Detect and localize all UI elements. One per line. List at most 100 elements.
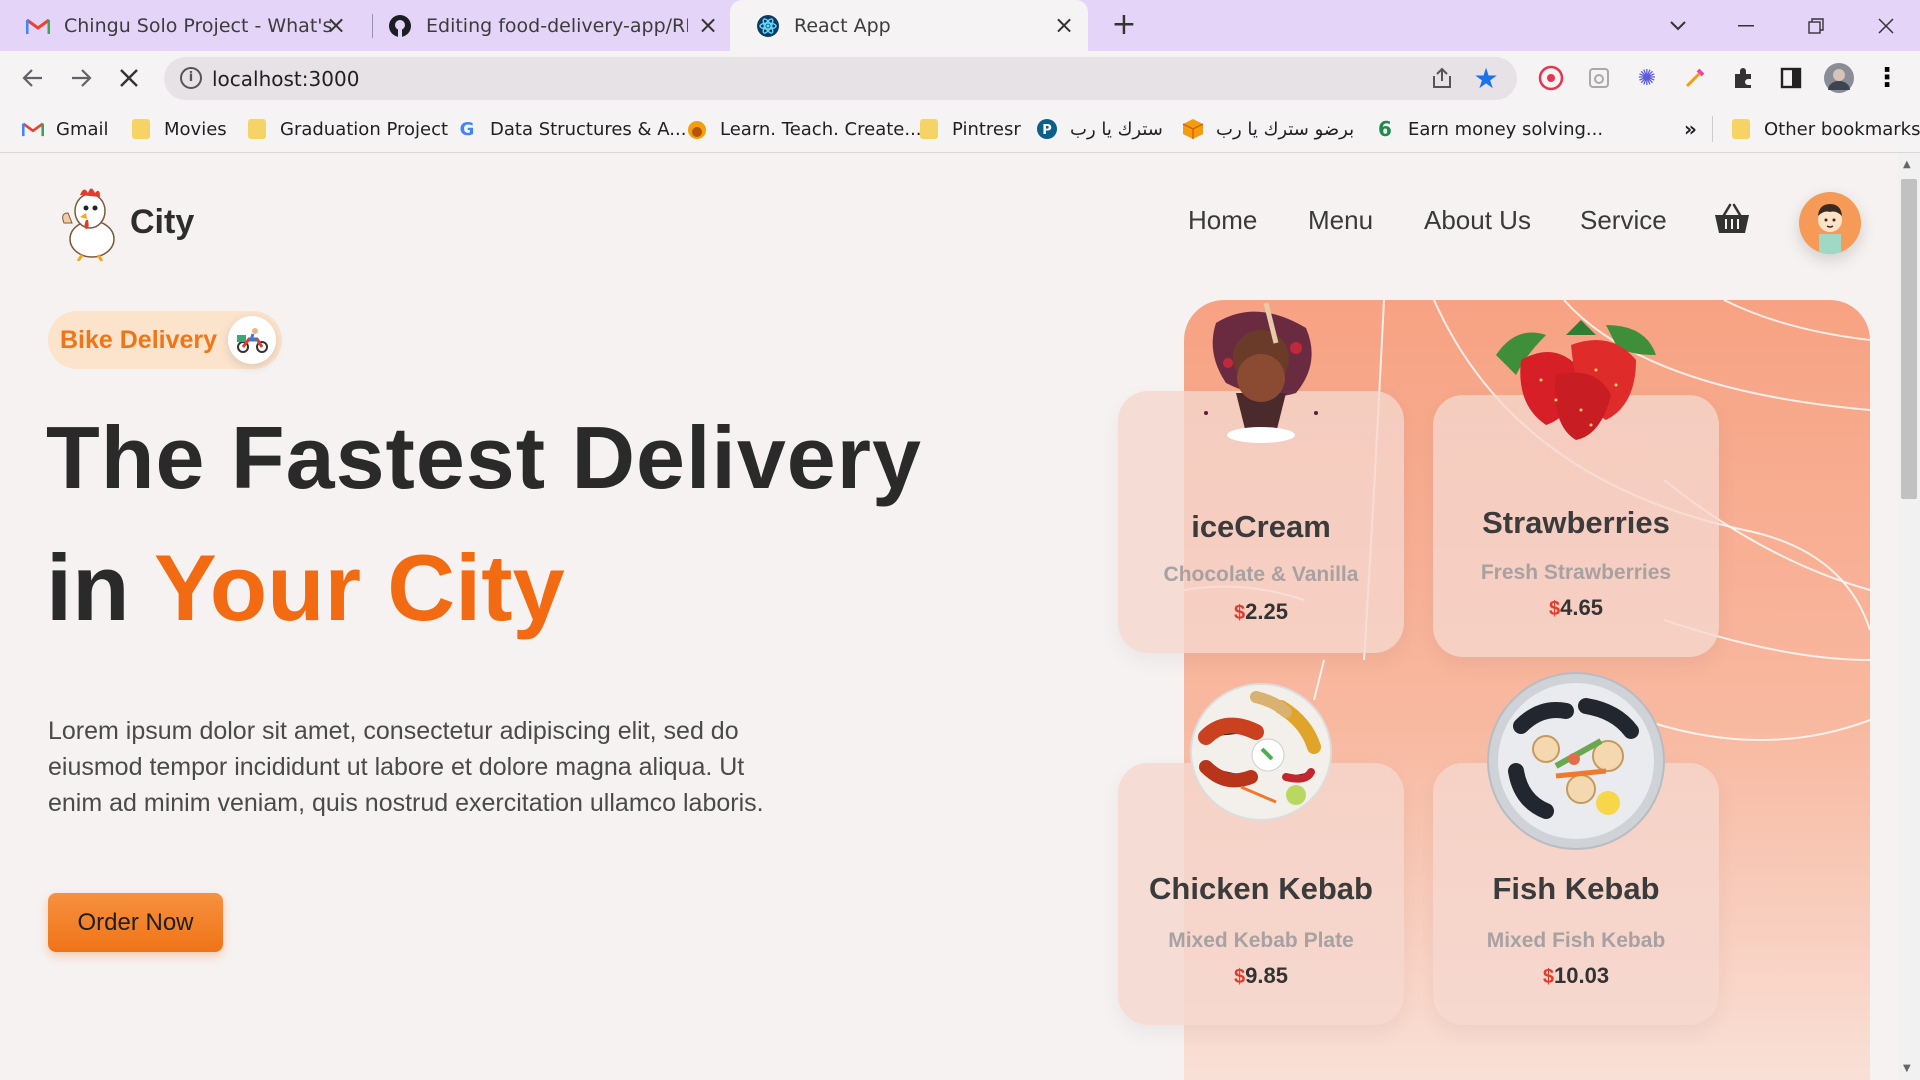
- fish-kebab-plate-icon: [1486, 671, 1666, 855]
- chicken-kebab-plate-icon: [1186, 677, 1336, 831]
- gmail-icon: [22, 118, 44, 140]
- tab-gmail[interactable]: Chingu Solo Project - What's you ×: [0, 0, 360, 51]
- tab-search-icon[interactable]: [1660, 8, 1696, 44]
- nav-menu[interactable]: Menu: [1308, 205, 1373, 236]
- folder-icon: [1730, 118, 1752, 140]
- nav-service[interactable]: Service: [1580, 205, 1667, 236]
- stop-loading-button[interactable]: [112, 61, 146, 95]
- github-icon: [388, 14, 412, 38]
- delivery-scooter-icon: [228, 316, 276, 364]
- extension-record-icon[interactable]: [1536, 63, 1566, 93]
- user-avatar[interactable]: [1799, 192, 1861, 254]
- folder-icon: [918, 118, 940, 140]
- restore-button[interactable]: [1798, 8, 1834, 44]
- strawberries-image-icon: [1486, 315, 1666, 449]
- card-title: Strawberries: [1482, 505, 1670, 540]
- back-button[interactable]: [16, 61, 50, 95]
- basket-icon[interactable]: [1714, 203, 1750, 235]
- profile-avatar[interactable]: [1822, 61, 1856, 95]
- food-card-icecream[interactable]: iceCream Chocolate & Vanilla $2.25: [1118, 302, 1404, 653]
- card-subtitle: Mixed Fish Kebab: [1486, 929, 1666, 952]
- bookmark-label: Movies: [164, 118, 227, 140]
- bookmark-box[interactable]: برضو سترك يا رب: [1182, 116, 1354, 142]
- page-viewport: City Home Menu About Us Service Bike Del…: [0, 153, 1898, 1080]
- bookmark-movies[interactable]: Movies: [130, 116, 227, 142]
- site-info-icon[interactable]: i: [180, 67, 202, 89]
- food-card-strawberries[interactable]: Strawberries Fresh Strawberries $4.65: [1433, 320, 1719, 657]
- currency-symbol: $: [1549, 598, 1561, 620]
- address-bar[interactable]: i localhost:3000 ★: [164, 57, 1517, 100]
- extension-colorpicker-icon[interactable]: [1680, 63, 1710, 93]
- tab-react-app[interactable]: React App ×: [730, 0, 1088, 51]
- scroll-up-arrow-icon[interactable]: ▲: [1903, 159, 1911, 170]
- bookmark-label: Graduation Project: [280, 118, 449, 140]
- card-price: $9.85: [1118, 963, 1404, 989]
- forward-button[interactable]: [64, 61, 98, 95]
- card-title: iceCream: [1191, 509, 1331, 544]
- card-price: $4.65: [1433, 595, 1719, 621]
- currency-symbol: $: [1234, 966, 1246, 988]
- minimize-button[interactable]: [1728, 8, 1764, 44]
- bookmark-label: Data Structures & A...: [490, 118, 687, 140]
- bookmark-label: Gmail: [56, 118, 109, 140]
- close-window-button[interactable]: [1868, 8, 1904, 44]
- bookmark-pintresr[interactable]: Pintresr: [918, 116, 1021, 142]
- gmail-icon: [26, 14, 50, 38]
- brand[interactable]: City: [58, 183, 195, 262]
- scroll-down-arrow-icon[interactable]: ▼: [1903, 1063, 1911, 1074]
- order-now-button[interactable]: Order Now: [48, 893, 223, 952]
- share-icon[interactable]: [1429, 66, 1455, 92]
- brand-name: City: [130, 202, 195, 241]
- bookmark-other-bookmarks[interactable]: Other bookmarks: [1730, 116, 1920, 142]
- extension-snowflake-icon[interactable]: ✺: [1632, 63, 1662, 93]
- hero-description: Lorem ipsum dolor sit amet, consectetur …: [48, 717, 764, 817]
- react-icon: [756, 14, 780, 38]
- extension-box-icon[interactable]: [1584, 63, 1614, 93]
- close-icon[interactable]: ×: [1052, 11, 1076, 39]
- close-icon[interactable]: ×: [324, 11, 348, 39]
- six-icon: 6: [1378, 117, 1392, 141]
- bookmark-label: Pintresr: [952, 118, 1021, 140]
- bookmark-label: سترك يا رب: [1070, 118, 1163, 140]
- bookmark-graduation-project[interactable]: Graduation Project: [246, 116, 448, 142]
- currency-symbol: $: [1542, 966, 1555, 988]
- card-subtitle: Mixed Kebab Plate: [1168, 929, 1354, 952]
- close-icon[interactable]: ×: [696, 11, 720, 39]
- tab-github[interactable]: Editing food-delivery-app/READM ×: [362, 0, 732, 51]
- card-price: $2.25: [1118, 599, 1404, 625]
- bookmark-star-icon[interactable]: ★: [1471, 62, 1501, 95]
- page-scrollbar[interactable]: ▲ ▼: [1898, 153, 1920, 1080]
- browser-tab-strip: Chingu Solo Project - What's you × Editi…: [0, 0, 1920, 51]
- bookmark-p[interactable]: P سترك يا رب: [1036, 116, 1163, 142]
- folder-icon: [246, 118, 268, 140]
- headline-accent: Your City: [153, 535, 565, 640]
- bookmark-learn-teach-create[interactable]: Learn. Teach. Create...: [686, 116, 922, 142]
- new-tab-button[interactable]: +: [1110, 10, 1138, 40]
- food-card-chicken-kebab[interactable]: Chicken Kebab Mixed Kebab Plate $9.85: [1118, 683, 1404, 1025]
- scrollbar-thumb[interactable]: [1901, 179, 1917, 499]
- icecream-image-icon: [1186, 302, 1336, 457]
- menu-dots-icon[interactable]: ⋮: [1872, 63, 1902, 93]
- bookmark-earn-money[interactable]: 6 Earn money solving...: [1374, 116, 1603, 142]
- headline-line-1: The Fastest Delivery: [46, 408, 922, 507]
- food-card-fish-kebab[interactable]: Fish Kebab Mixed Fish Kebab $10.03: [1433, 672, 1719, 1025]
- badge-label: Bike Delivery: [60, 325, 218, 354]
- bookmark-data-structures[interactable]: G Data Structures & A...: [456, 116, 687, 142]
- headline-line-2: in Your City: [46, 523, 922, 653]
- hero-headline: The Fastest Delivery in Your City: [46, 393, 922, 653]
- card-subtitle: Chocolate & Vanilla: [1163, 563, 1359, 586]
- bookmark-label: Other bookmarks: [1764, 118, 1920, 140]
- bookmarks-overflow-button[interactable]: »: [1684, 116, 1697, 142]
- nav-home[interactable]: Home: [1188, 205, 1257, 236]
- browser-toolbar: i localhost:3000 ★ ✺ ⋮: [0, 51, 1920, 106]
- bookmarks-bar: Gmail Movies Graduation Project G Data S…: [0, 106, 1920, 153]
- bookmark-label: برضو سترك يا رب: [1216, 118, 1355, 140]
- side-panel-icon[interactable]: [1776, 63, 1806, 93]
- nav-about-us[interactable]: About Us: [1424, 205, 1531, 236]
- folder-icon: [130, 118, 152, 140]
- price-value: 9.85: [1245, 963, 1288, 988]
- bookmark-label: Learn. Teach. Create...: [720, 118, 922, 140]
- bookmark-gmail[interactable]: Gmail: [22, 116, 109, 142]
- extensions-puzzle-icon[interactable]: [1728, 63, 1758, 93]
- box-icon: [1182, 118, 1204, 140]
